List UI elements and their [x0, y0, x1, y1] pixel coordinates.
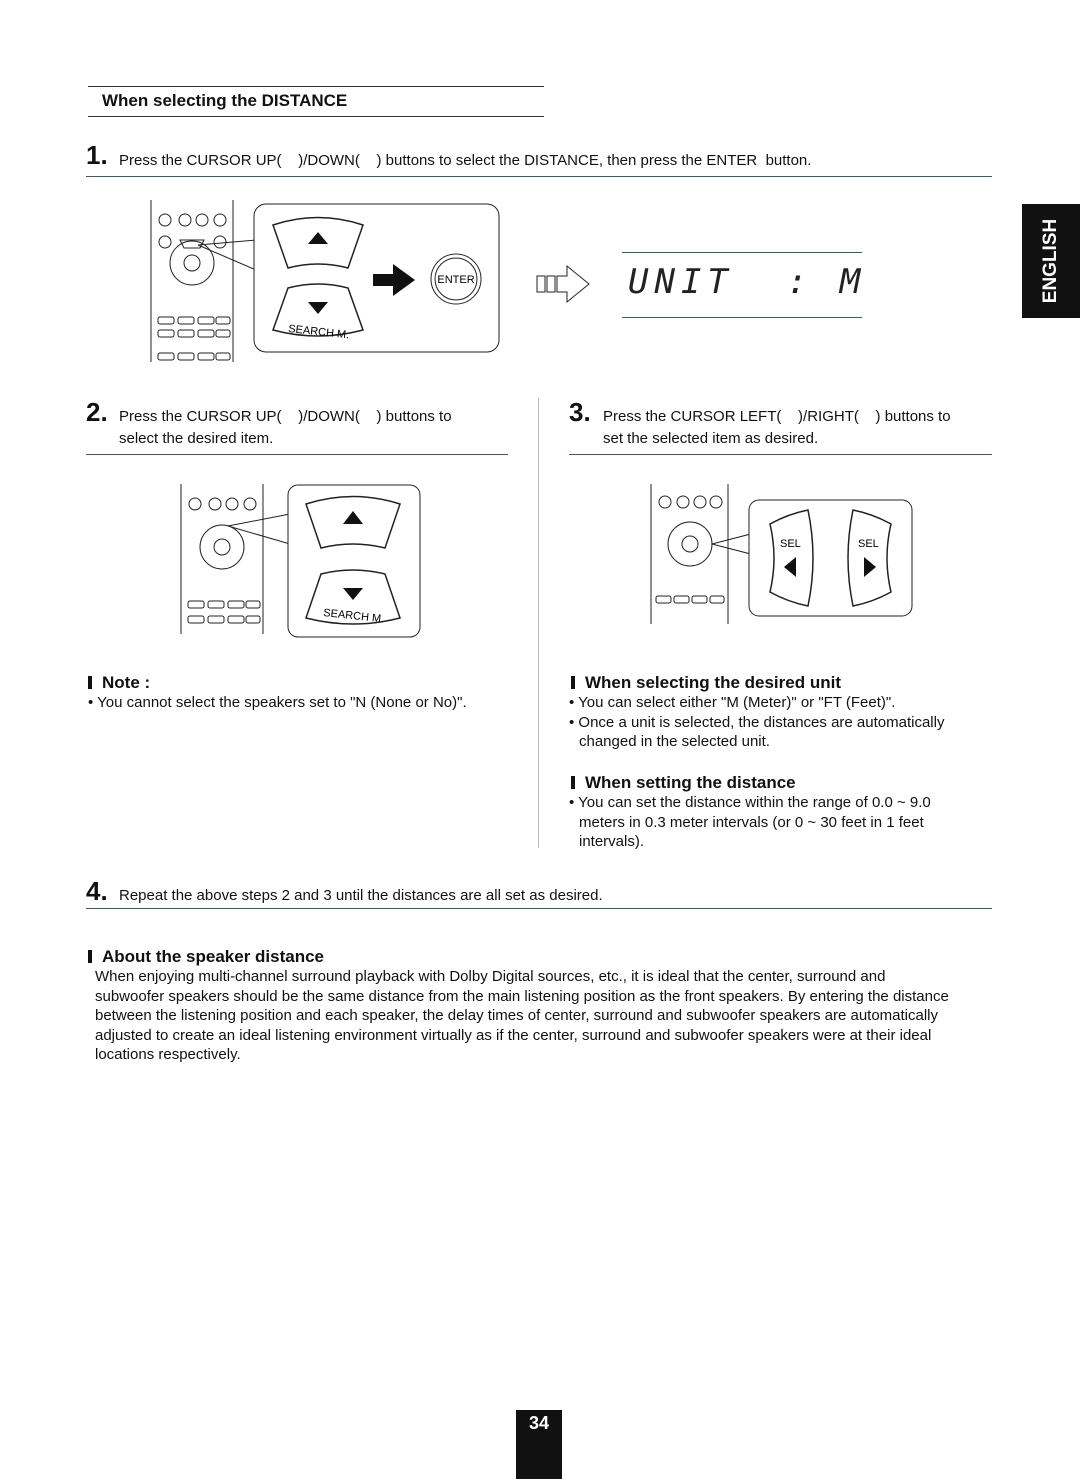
step-2-line2: select the desired item.	[119, 430, 274, 447]
rule	[88, 116, 544, 117]
language-tab: ENGLISH	[1022, 204, 1080, 318]
heading-marker	[88, 676, 92, 689]
sel-label: SEL	[780, 538, 801, 550]
bullet: • Once a unit is selected, the distances…	[569, 713, 945, 731]
note-heading: Note :	[88, 673, 150, 693]
column-divider	[538, 398, 539, 848]
step-number: 1.	[86, 140, 108, 170]
bullet: • You can select either "M (Meter)" or "…	[569, 694, 896, 711]
setting-title: When setting the distance	[585, 773, 796, 792]
paragraph-line: locations respectively.	[95, 1046, 241, 1063]
about-heading: About the speaker distance	[88, 947, 324, 967]
rule	[86, 908, 992, 909]
remote-illustration-1: SEARCH M. ENTER	[150, 200, 500, 362]
section-title: When selecting the DISTANCE	[102, 91, 348, 110]
display-readout: UNIT : M	[628, 262, 867, 302]
bullet-text: Once a unit is selected, the distances a…	[578, 713, 945, 731]
display-rule	[622, 252, 862, 253]
step-3-line1: Press the CURSOR LEFT( )/RIGHT( ) button…	[603, 408, 951, 425]
unit-heading: When selecting the desired unit	[571, 673, 841, 693]
setting-bullets: • You can set the distance within the ra…	[569, 793, 989, 852]
rule	[86, 454, 508, 455]
heading-marker	[571, 676, 575, 689]
step-2-line1: Press the CURSOR UP( )/DOWN( ) buttons t…	[119, 408, 452, 425]
remote-icon	[150, 200, 257, 362]
step-3-line2: set the selected item as desired.	[603, 430, 819, 447]
step-number: 2.	[86, 397, 108, 427]
rule	[88, 86, 544, 87]
note-bullet: • You cannot select the speakers set to …	[88, 694, 467, 711]
bullet-text: You can select either "M (Meter)" or "FT…	[578, 694, 896, 711]
paragraph-line: between the listening position and each …	[95, 1007, 939, 1024]
rule	[569, 454, 992, 455]
setting-heading: When setting the distance	[571, 773, 796, 793]
bullet: • You can set the distance within the ra…	[569, 794, 931, 811]
heading-marker	[571, 776, 575, 789]
bullet-text: meters in 0.3 meter intervals (or 0 ~ 30…	[579, 813, 924, 831]
step-4-text: Repeat the above steps 2 and 3 until the…	[119, 887, 603, 904]
sel-label: SEL	[858, 538, 879, 550]
language-label: ENGLISH	[1040, 218, 1061, 304]
unit-title: When selecting the desired unit	[585, 673, 841, 692]
page-number: 34	[528, 1413, 550, 1433]
paragraph-line: adjusted to create an ideal listening en…	[95, 1026, 932, 1044]
step-number: 4.	[86, 876, 108, 906]
rule	[86, 176, 992, 177]
note-bullet-text: You cannot select the speakers set to "N…	[97, 694, 467, 711]
note-title: Note :	[102, 673, 151, 692]
step-1-text: Press the CURSOR UP( )/DOWN( ) buttons t…	[119, 152, 812, 169]
heading-marker	[88, 950, 92, 963]
bullet-text: intervals).	[579, 833, 645, 850]
remote-illustration-3: SEL SEL	[650, 484, 913, 624]
about-title: About the speaker distance	[102, 947, 325, 966]
paragraph-line: subwoofer speakers should be the same di…	[95, 987, 949, 1005]
enter-label: ENTER	[437, 274, 474, 286]
remote-icon	[180, 484, 291, 634]
about-paragraph: When enjoying multi-channel surround pla…	[95, 967, 949, 1065]
page-number-tab: 34	[516, 1410, 562, 1479]
step-number: 3.	[569, 397, 591, 427]
bullet-text: You can set the distance within the rang…	[578, 794, 931, 811]
display-rule	[622, 317, 862, 318]
paragraph-line: When enjoying multi-channel surround pla…	[95, 968, 886, 985]
manual-page: { "section_title":"When selecting the DI…	[0, 0, 1080, 1479]
bullet-text: changed in the selected unit.	[579, 733, 770, 750]
unit-bullets: • You can select either "M (Meter)" or "…	[569, 693, 989, 752]
arrow-outline-icon	[536, 264, 590, 304]
remote-illustration-2: SEARCH M.	[180, 484, 421, 638]
